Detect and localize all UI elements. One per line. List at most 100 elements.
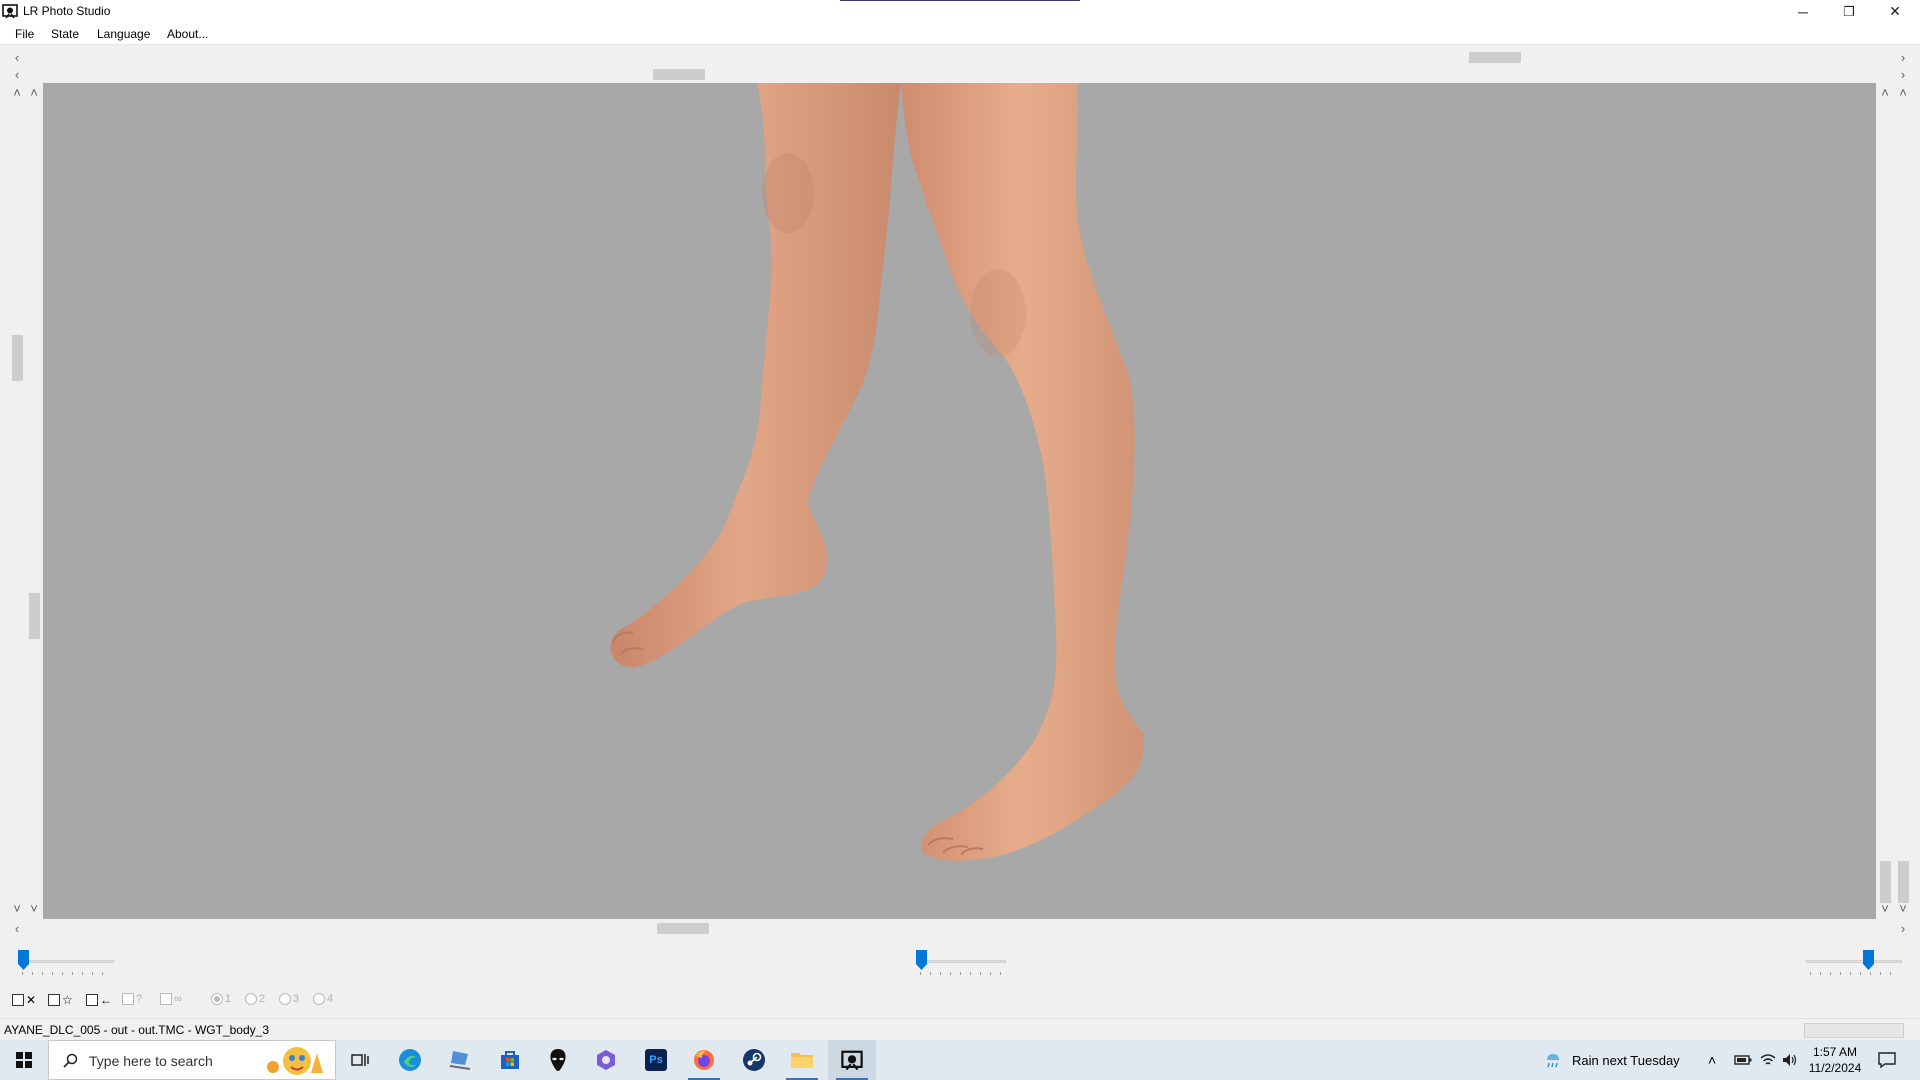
lr-photo-studio-icon [841, 1050, 863, 1071]
middle-slider[interactable] [916, 950, 1006, 980]
scroll-up-arrow[interactable]: ˄ [9, 85, 25, 100]
start-button[interactable] [0, 1040, 48, 1080]
left-vertical-scrollbar-2[interactable]: ˄ ˅ [26, 85, 42, 917]
slider-thumb[interactable] [916, 950, 927, 970]
title-focus-line [840, 0, 1080, 1]
scroll-down-arrow[interactable]: ˅ [1877, 901, 1893, 916]
radio-option-3[interactable]: 3 [279, 993, 299, 1005]
taskbar-file-explorer[interactable] [778, 1040, 826, 1080]
checkbox[interactable] [48, 994, 60, 1006]
scroll-thumb[interactable] [1469, 52, 1521, 63]
radio-button[interactable] [313, 993, 325, 1005]
taskbar-firefox[interactable] [680, 1040, 728, 1080]
scroll-thumb[interactable] [1880, 861, 1891, 903]
scroll-thumb[interactable] [1898, 861, 1909, 903]
slider-thumb[interactable] [1863, 950, 1874, 970]
app-camera-icon [2, 4, 18, 19]
radio-button[interactable] [279, 993, 291, 1005]
tray-volume[interactable] [1782, 1040, 1798, 1080]
checkbox[interactable] [12, 994, 24, 1006]
slider-thumb[interactable] [18, 950, 29, 970]
tray-notifications[interactable] [1878, 1040, 1896, 1080]
3d-viewport[interactable] [43, 83, 1876, 919]
scroll-up-arrow[interactable]: ˄ [26, 85, 42, 100]
left-leg [610, 83, 901, 668]
filter-question-toggle[interactable]: ? [122, 993, 142, 1005]
radio-option-4[interactable]: 4 [313, 993, 333, 1005]
filter-x-toggle[interactable]: ✕ [12, 993, 36, 1007]
scroll-down-arrow[interactable]: ˅ [26, 901, 42, 916]
filter-arrow-toggle[interactable]: ← [86, 993, 112, 1007]
checkbox-disabled[interactable] [122, 993, 134, 1005]
scroll-up-arrow[interactable]: ˄ [1895, 85, 1911, 100]
taskbar-lr-photo-studio[interactable] [828, 1040, 876, 1080]
scroll-left-arrow[interactable]: ‹ [9, 921, 25, 936]
taskbar-store[interactable] [486, 1040, 534, 1080]
task-view-icon [351, 1054, 369, 1066]
title-bar: LR Photo Studio ─ ❐ ✕ [0, 0, 1920, 23]
menu-language[interactable]: Language [97, 27, 150, 41]
question-icon: ? [136, 993, 143, 1005]
menu-state[interactable]: State [51, 27, 79, 41]
window-title: LR Photo Studio [23, 4, 111, 18]
scroll-right-arrow[interactable]: › [1895, 50, 1911, 65]
close-button[interactable]: ✕ [1872, 0, 1918, 23]
slider-track [18, 960, 114, 963]
radio-option-1[interactable]: 1 [211, 993, 231, 1005]
menu-file[interactable]: File [15, 27, 34, 41]
wifi-icon [1760, 1054, 1776, 1065]
scroll-left-arrow[interactable]: ‹ [9, 67, 25, 82]
top-horizontal-scrollbar-1[interactable]: ‹ › [0, 49, 1920, 65]
radio-option-2[interactable]: 2 [245, 993, 265, 1005]
notification-icon [1878, 1052, 1896, 1068]
minimize-button[interactable]: ─ [1780, 0, 1826, 23]
scroll-right-arrow[interactable]: › [1895, 67, 1911, 82]
clock-time: 1:57 AM [1812, 1045, 1858, 1059]
scroll-down-arrow[interactable]: ˅ [9, 901, 25, 916]
radio-dot [214, 996, 220, 1002]
checkbox[interactable] [86, 994, 98, 1006]
right-vertical-scrollbar-2[interactable]: ˄ ˅ [1895, 85, 1911, 917]
taskbar-alienware[interactable] [534, 1040, 582, 1080]
taskbar-search-box[interactable]: Type here to search [48, 1040, 336, 1080]
speaker-icon [1783, 1054, 1797, 1066]
scroll-thumb[interactable] [653, 69, 705, 80]
radio-label: 3 [293, 993, 300, 1005]
top-horizontal-scrollbar-2[interactable]: ‹ › [0, 66, 1920, 82]
taskbar-laptop-app[interactable] [436, 1040, 484, 1080]
weather-widget[interactable]: Rain next Tuesday [1542, 1040, 1680, 1080]
scroll-thumb[interactable] [12, 335, 23, 381]
radio-button[interactable] [245, 993, 257, 1005]
bottom-horizontal-scrollbar[interactable]: ‹ › [0, 920, 1920, 936]
filter-link-toggle[interactable]: ∞ [160, 993, 182, 1005]
scroll-thumb[interactable] [29, 593, 40, 639]
taskbar-steam[interactable] [730, 1040, 778, 1080]
scroll-down-arrow[interactable]: ˅ [1895, 901, 1911, 916]
option-toolbar: ✕ ☆ ← ? ∞ 1 2 3 4 [0, 990, 600, 1010]
scroll-left-arrow[interactable]: ‹ [9, 50, 25, 65]
right-vertical-scrollbar-1[interactable]: ˄ ˅ [1877, 85, 1893, 917]
scroll-up-arrow[interactable]: ˄ [1877, 85, 1893, 100]
taskbar-photoshop[interactable]: Ps [632, 1040, 680, 1080]
menu-about[interactable]: About... [167, 27, 208, 41]
scroll-thumb[interactable] [657, 923, 709, 934]
tray-clock[interactable]: 1:57 AM 11/2/2024 [1808, 1044, 1862, 1076]
tray-battery[interactable] [1734, 1040, 1752, 1080]
taskbar-copilot[interactable] [582, 1040, 630, 1080]
task-view-button[interactable] [336, 1040, 384, 1080]
filter-star-toggle[interactable]: ☆ [48, 993, 73, 1007]
scroll-right-arrow[interactable]: › [1895, 921, 1911, 936]
search-icon [63, 1053, 78, 1068]
right-slider[interactable] [1806, 950, 1902, 980]
link-icon: ∞ [174, 993, 182, 1005]
tray-network[interactable] [1760, 1040, 1776, 1080]
checkbox-disabled[interactable] [160, 993, 172, 1005]
radio-button[interactable] [211, 993, 223, 1005]
left-slider[interactable] [18, 950, 114, 980]
restore-button[interactable]: ❐ [1826, 0, 1872, 23]
slider-track [1806, 960, 1902, 963]
taskbar-edge[interactable] [386, 1040, 434, 1080]
left-vertical-scrollbar-1[interactable]: ˄ ˅ [9, 85, 25, 917]
tray-overflow-chevron[interactable]: ˄ [1708, 1040, 1716, 1080]
radio-label: 2 [259, 993, 266, 1005]
